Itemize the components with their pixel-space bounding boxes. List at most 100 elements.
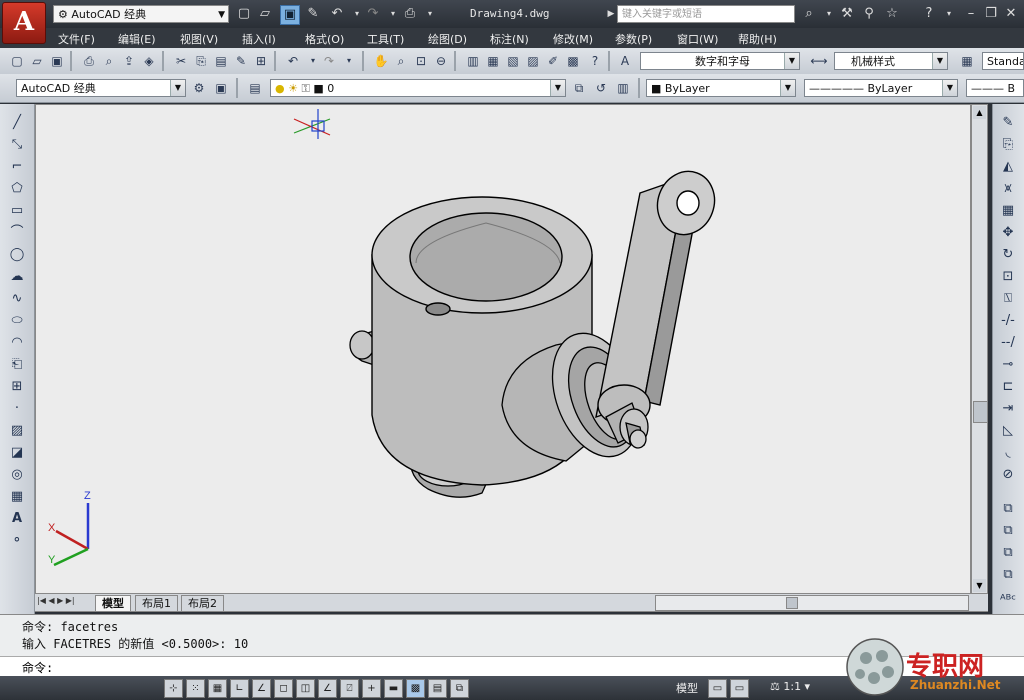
plot-dropdown-icon[interactable]: ▾ bbox=[421, 5, 439, 23]
break-icon[interactable]: ⊏ bbox=[999, 378, 1017, 396]
redo-dropdown-icon[interactable]: ▾ bbox=[340, 52, 358, 70]
tab-nav-arrows[interactable]: |◀ ◀ ▶ ▶| bbox=[37, 596, 75, 605]
object-snap-icon[interactable]: ◻ bbox=[274, 679, 293, 698]
infer-constraints-icon[interactable]: ⊹ bbox=[164, 679, 183, 698]
3d-osnap-icon[interactable]: ◫ bbox=[296, 679, 315, 698]
close-icon[interactable]: ✕ bbox=[1002, 5, 1020, 23]
block-editor-icon[interactable]: ⊞ bbox=[252, 52, 270, 70]
workspace-dropdown[interactable]: ⚙ AutoCAD 经典 ▼ bbox=[53, 5, 229, 23]
menu-insert[interactable]: 插入(I) bbox=[242, 31, 276, 47]
properties-icon[interactable]: ▥ bbox=[464, 52, 482, 70]
3d-dwf-icon[interactable]: ◈ bbox=[140, 52, 158, 70]
circle-icon[interactable]: ◯ bbox=[8, 246, 26, 264]
multiline-text-icon[interactable]: A bbox=[8, 510, 26, 528]
bring-above-icon[interactable]: ⧉ bbox=[999, 566, 1017, 584]
cut-icon[interactable]: ✂ bbox=[172, 52, 190, 70]
menu-parametric[interactable]: 参数(P) bbox=[615, 31, 652, 47]
array-icon[interactable]: ▦ bbox=[999, 202, 1017, 220]
redo-dropdown-icon[interactable]: ▾ bbox=[384, 5, 402, 23]
hatch-icon[interactable]: ▨ bbox=[8, 422, 26, 440]
make-block-icon[interactable]: ⊞ bbox=[8, 378, 26, 396]
tab-layout2[interactable]: 布局2 bbox=[181, 595, 224, 611]
text-style-icon[interactable]: A bbox=[616, 52, 634, 70]
break-at-point-icon[interactable]: ⊸ bbox=[999, 356, 1017, 374]
tab-layout1[interactable]: 布局1 bbox=[135, 595, 178, 611]
tab-model[interactable]: 模型 bbox=[95, 595, 131, 611]
offset-icon[interactable]: ⩙ bbox=[999, 180, 1017, 198]
dynamic-ucs-icon[interactable]: ⍁ bbox=[340, 679, 359, 698]
hscroll-thumb[interactable] bbox=[786, 597, 798, 609]
menu-file[interactable]: 文件(F) bbox=[58, 31, 95, 47]
spline-icon[interactable]: ∿ bbox=[8, 290, 26, 308]
ellipse-icon[interactable]: ⬭ bbox=[8, 312, 26, 330]
menu-view[interactable]: 视图(V) bbox=[180, 31, 218, 47]
menu-help[interactable]: 帮助(H) bbox=[738, 31, 777, 47]
revcloud-icon[interactable]: ☁ bbox=[8, 268, 26, 286]
polygon-icon[interactable]: ⬠ bbox=[8, 180, 26, 198]
polyline-icon[interactable]: ⌐ bbox=[8, 158, 26, 176]
quick-properties-icon[interactable]: ▤ bbox=[428, 679, 447, 698]
workspace-combo[interactable]: AutoCAD 经典 ▼ bbox=[16, 79, 186, 97]
stretch-icon[interactable]: ⍂ bbox=[999, 290, 1017, 308]
grid-display-icon[interactable]: ▦ bbox=[208, 679, 227, 698]
ortho-mode-icon[interactable]: ∟ bbox=[230, 679, 249, 698]
rectangle-icon[interactable]: ▭ bbox=[8, 202, 26, 220]
move-icon[interactable]: ✥ bbox=[999, 224, 1017, 242]
extend-icon[interactable]: --/ bbox=[999, 334, 1017, 352]
publish-icon[interactable]: ⇪ bbox=[120, 52, 138, 70]
horizontal-scrollbar[interactable] bbox=[655, 595, 969, 611]
polar-tracking-icon[interactable]: ∠ bbox=[252, 679, 271, 698]
save-icon[interactable]: ▣ bbox=[280, 5, 300, 25]
paste-icon[interactable]: ▤ bbox=[212, 52, 230, 70]
scale-icon[interactable]: ⊡ bbox=[999, 268, 1017, 286]
satellite-icon[interactable]: ⚲ bbox=[860, 5, 878, 23]
menu-dimension[interactable]: 标注(N) bbox=[490, 31, 529, 47]
snap-mode-icon[interactable]: ⁙ bbox=[186, 679, 205, 698]
arc-icon[interactable]: ⌒ bbox=[8, 224, 26, 242]
draw-order-icon[interactable]: ⧉ bbox=[999, 500, 1017, 518]
open-folder-icon[interactable]: ▱ bbox=[256, 5, 274, 23]
dimension-style-icon[interactable]: ⟷ bbox=[810, 52, 828, 70]
annotation-scale[interactable]: ⚖ 1:1 ▾ bbox=[770, 680, 810, 693]
transparency-icon[interactable]: ▩ bbox=[406, 679, 425, 698]
text-style-dropdown[interactable]: 数字和字母 ▼ bbox=[640, 52, 800, 70]
menu-draw[interactable]: 绘图(D) bbox=[428, 31, 467, 47]
workspace-settings-icon[interactable]: ⚙ bbox=[190, 79, 208, 97]
linetype-dropdown[interactable]: ————— ByLayer ▼ bbox=[804, 79, 958, 97]
make-current-layer-icon[interactable]: ⧉ bbox=[570, 79, 588, 97]
zoom-realtime-icon[interactable]: ⌕ bbox=[392, 52, 410, 70]
redo-icon[interactable]: ↷ bbox=[320, 52, 338, 70]
insert-block-icon[interactable]: ⎗ bbox=[8, 356, 26, 374]
dynamic-input-icon[interactable]: + bbox=[362, 679, 381, 698]
layer-state-icon[interactable]: ▥ bbox=[614, 79, 632, 97]
join-icon[interactable]: ⇥ bbox=[999, 400, 1017, 418]
chamfer-icon[interactable]: ◺ bbox=[999, 422, 1017, 440]
table-icon[interactable]: ▦ bbox=[8, 488, 26, 506]
blend-icon[interactable]: ⊘ bbox=[999, 466, 1017, 484]
workspace-save-icon[interactable]: ▣ bbox=[212, 79, 230, 97]
ellipse-arc-icon[interactable]: ◠ bbox=[8, 334, 26, 352]
print-icon[interactable]: ⎙ bbox=[80, 52, 98, 70]
search-dropdown-icon[interactable]: ▾ bbox=[820, 5, 838, 23]
point-icon[interactable]: · bbox=[8, 400, 26, 418]
binoculars-icon[interactable]: ⌕ bbox=[800, 5, 818, 23]
new-file-icon[interactable]: ▢ bbox=[235, 5, 253, 23]
scroll-down-icon[interactable]: ▼ bbox=[973, 579, 986, 592]
layer-previous-icon[interactable]: ↺ bbox=[592, 79, 610, 97]
selection-cycling-icon[interactable]: ⧉ bbox=[450, 679, 469, 698]
fillet-icon[interactable]: ◟ bbox=[999, 444, 1017, 462]
trim-icon[interactable]: -/- bbox=[999, 312, 1017, 330]
model-space-label[interactable]: 模型 bbox=[676, 680, 698, 696]
maximize-icon[interactable]: ❐ bbox=[982, 5, 1000, 23]
redo-icon[interactable]: ↷ bbox=[364, 5, 382, 23]
menu-modify[interactable]: 修改(M) bbox=[553, 31, 593, 47]
table-style-icon[interactable]: ▦ bbox=[958, 52, 976, 70]
save-as-icon[interactable]: ✎ bbox=[304, 5, 322, 23]
help-search-input[interactable]: 键入关键字或短语 bbox=[617, 5, 795, 23]
wrench-icon[interactable]: ⚒ bbox=[838, 5, 856, 23]
line-icon[interactable]: ╱ bbox=[8, 114, 26, 132]
sheet-set-icon[interactable]: ▨ bbox=[524, 52, 542, 70]
vertical-scrollbar[interactable]: ▲ ▼ bbox=[971, 104, 988, 594]
erase-icon[interactable]: ✎ bbox=[999, 114, 1017, 132]
construction-line-icon[interactable]: ⤡ bbox=[8, 136, 26, 154]
